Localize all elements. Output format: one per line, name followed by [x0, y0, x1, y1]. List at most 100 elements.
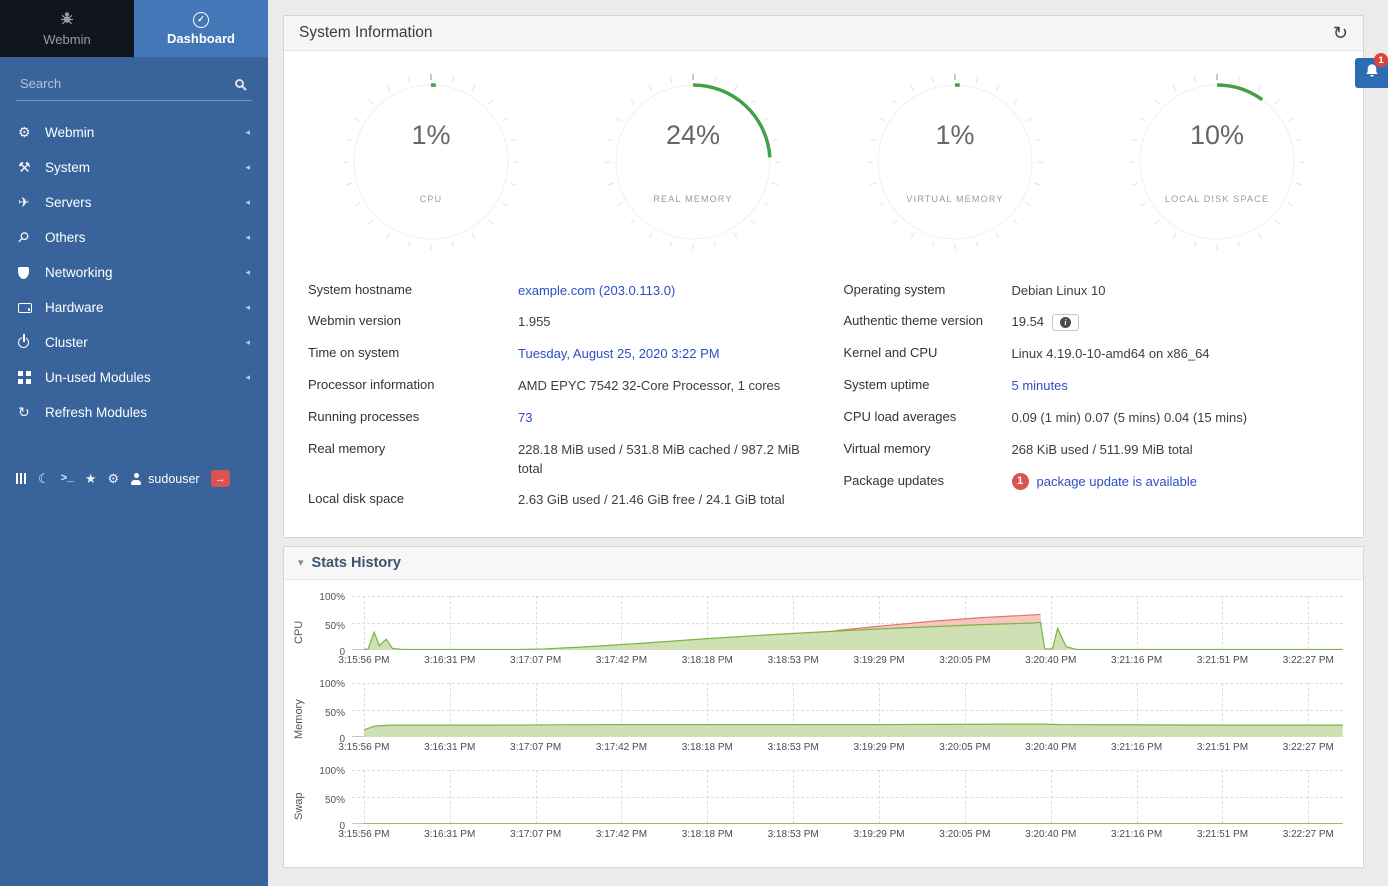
night-mode-icon[interactable]: ☾ [38, 471, 50, 487]
info-icon[interactable]: i [1052, 314, 1079, 331]
sidebar-item-webmin[interactable]: ⚙ Webmin ◂ [0, 115, 268, 150]
chevron-left-icon: ◂ [245, 267, 250, 278]
x-tick-label: 3:18:18 PM [682, 829, 733, 840]
send-icon: ✈ [18, 194, 45, 211]
nav-label: Hardware [45, 300, 104, 315]
chevron-left-icon: ◂ [245, 302, 250, 313]
swap-plot-area [352, 770, 1343, 824]
sidebar-search [16, 67, 252, 101]
logout-button[interactable]: → [211, 470, 230, 487]
x-tick-label: 3:15:56 PM [338, 742, 389, 753]
tools-icon: ⚲ [18, 229, 45, 246]
x-tick-label: 3:21:51 PM [1197, 829, 1248, 840]
x-tick-label: 3:18:53 PM [768, 829, 819, 840]
x-tick-label: 3:17:07 PM [510, 742, 561, 753]
sidebar-item-refresh-modules[interactable]: ↻ Refresh Modules [0, 395, 268, 430]
nav-label: Servers [45, 195, 92, 210]
memory-history-chart: Memory 100% 50% 0 3:15:56 PM3:16:31 PM3:… [288, 683, 1343, 756]
panel-header: System Information ↻ [284, 16, 1363, 51]
info-row-real-memory: Real memory 228.18 MiB used / 531.8 MiB … [308, 434, 804, 485]
power-icon [18, 337, 45, 348]
x-tick-label: 3:21:51 PM [1197, 742, 1248, 753]
info-row-time-on-system: Time on system Tuesday, August 25, 2020 … [308, 339, 804, 371]
tab-dashboard[interactable]: ✓ Dashboard [134, 0, 268, 57]
x-tick-label: 3:21:16 PM [1111, 742, 1162, 753]
favorites-star-icon[interactable]: ★ [85, 471, 97, 487]
swap-history-chart: Swap 100% 50% 0 3:15:56 PM3:16:31 PM3:17… [288, 770, 1343, 843]
sidebar-item-servers[interactable]: ✈ Servers ◂ [0, 185, 268, 220]
cpu-x-axis: 3:15:56 PM3:16:31 PM3:17:07 PM3:17:42 PM… [352, 655, 1343, 669]
x-tick-label: 3:17:42 PM [596, 742, 647, 753]
x-tick-label: 3:19:29 PM [853, 655, 904, 666]
x-tick-label: 3:20:05 PM [939, 655, 990, 666]
modules-icon [18, 371, 45, 384]
info-row-kernel-and-cpu: Kernel and CPU Linux 4.19.0-10-amd64 on … [844, 339, 1340, 371]
nav-label: Cluster [45, 335, 88, 350]
tab-dashboard-label: Dashboard [167, 31, 235, 46]
sidebar-item-others[interactable]: ⚲ Others ◂ [0, 220, 268, 255]
svg-text:CPU: CPU [419, 194, 442, 204]
sliders-icon[interactable] [16, 473, 27, 484]
x-tick-label: 3:15:56 PM [338, 829, 389, 840]
x-tick-label: 3:18:18 PM [682, 655, 733, 666]
processes-link[interactable]: 73 [518, 410, 532, 425]
nav-label: Networking [45, 265, 113, 280]
info-row-running-processes: Running processes 73 [308, 402, 804, 434]
stats-history-header[interactable]: ▾ Stats History [284, 547, 1363, 580]
memory-plot-area [352, 683, 1343, 737]
memory-x-axis: 3:15:56 PM3:16:31 PM3:17:07 PM3:17:42 PM… [352, 742, 1343, 756]
gauge-cpu: 1% CPU [336, 67, 526, 257]
x-tick-label: 3:20:05 PM [939, 829, 990, 840]
info-row-package-updates: Package updates 1 package update is avai… [844, 466, 1340, 498]
stats-history-panel: ▾ Stats History CPU 100% 50% 0 3:15:56 P… [283, 546, 1364, 868]
cpu-history-chart: CPU 100% 50% 0 3:15:56 PM3:16:31 PM3:17:… [288, 596, 1343, 669]
refresh-icon[interactable]: ↻ [1333, 24, 1348, 42]
sidebar-tabs: Webmin ✓ Dashboard [0, 0, 268, 57]
x-tick-label: 3:18:18 PM [682, 742, 733, 753]
svg-text:LOCAL DISK SPACE: LOCAL DISK SPACE [1164, 194, 1268, 204]
sidebar-item-networking[interactable]: Networking ◂ [0, 255, 268, 290]
search-input[interactable] [18, 75, 235, 92]
stats-charts: CPU 100% 50% 0 3:15:56 PM3:16:31 PM3:17:… [284, 580, 1363, 867]
nav-label: Un-used Modules [45, 370, 151, 385]
system-info-grid: System hostname example.com (203.0.113.0… [284, 261, 1363, 537]
package-updates-link[interactable]: package update is available [1037, 473, 1197, 492]
wrench-icon: ⚒ [18, 159, 45, 176]
info-row-system-hostname: System hostname example.com (203.0.113.0… [308, 275, 804, 307]
svg-text:10%: 10% [1189, 120, 1243, 150]
info-row-system-uptime: System uptime 5 minutes [844, 371, 1340, 403]
hostname-link[interactable]: example.com (203.0.113.0) [518, 283, 675, 298]
x-tick-label: 3:19:29 PM [853, 829, 904, 840]
search-icon[interactable] [235, 79, 244, 88]
chevron-left-icon: ◂ [245, 337, 250, 348]
svg-text:1%: 1% [411, 120, 450, 150]
x-tick-label: 3:20:40 PM [1025, 655, 1076, 666]
sidebar-item-system[interactable]: ⚒ System ◂ [0, 150, 268, 185]
system-information-panel: System Information ↻ 1%CPU 24%REAL MEMOR… [283, 15, 1364, 538]
svg-text:1%: 1% [935, 120, 974, 150]
stats-history-title: Stats History [312, 555, 401, 571]
logout-icon: → [215, 473, 226, 485]
user-menu[interactable]: sudouser [130, 472, 199, 486]
x-tick-label: 3:15:56 PM [338, 655, 389, 666]
tab-webmin[interactable]: Webmin [0, 0, 134, 57]
svg-text:VIRTUAL MEMORY: VIRTUAL MEMORY [906, 194, 1003, 204]
time-link[interactable]: Tuesday, August 25, 2020 3:22 PM [518, 346, 720, 361]
nav-label: Webmin [45, 125, 94, 140]
sidebar-toolbar: ☾ >_ ★ ⚙ sudouser → [16, 470, 252, 487]
sidebar: Webmin ✓ Dashboard ⚙ Webmin ◂ ⚒ System ◂… [0, 0, 268, 886]
settings-gears-icon[interactable]: ⚙ [108, 471, 120, 487]
info-row-webmin-version: Webmin version 1.955 [308, 307, 804, 339]
notifications-button[interactable]: 1 [1355, 58, 1388, 88]
chevron-left-icon: ◂ [245, 197, 250, 208]
nav-label: Others [45, 230, 86, 245]
webmin-logo-icon [59, 10, 75, 29]
terminal-icon[interactable]: >_ [61, 473, 74, 485]
sidebar-item-unused-modules[interactable]: Un-used Modules ◂ [0, 360, 268, 395]
sidebar-item-hardware[interactable]: Hardware ◂ [0, 290, 268, 325]
sidebar-item-cluster[interactable]: Cluster ◂ [0, 325, 268, 360]
x-tick-label: 3:21:51 PM [1197, 655, 1248, 666]
nav-label: Refresh Modules [45, 405, 147, 420]
uptime-link[interactable]: 5 minutes [1012, 378, 1068, 393]
x-tick-label: 3:17:07 PM [510, 655, 561, 666]
